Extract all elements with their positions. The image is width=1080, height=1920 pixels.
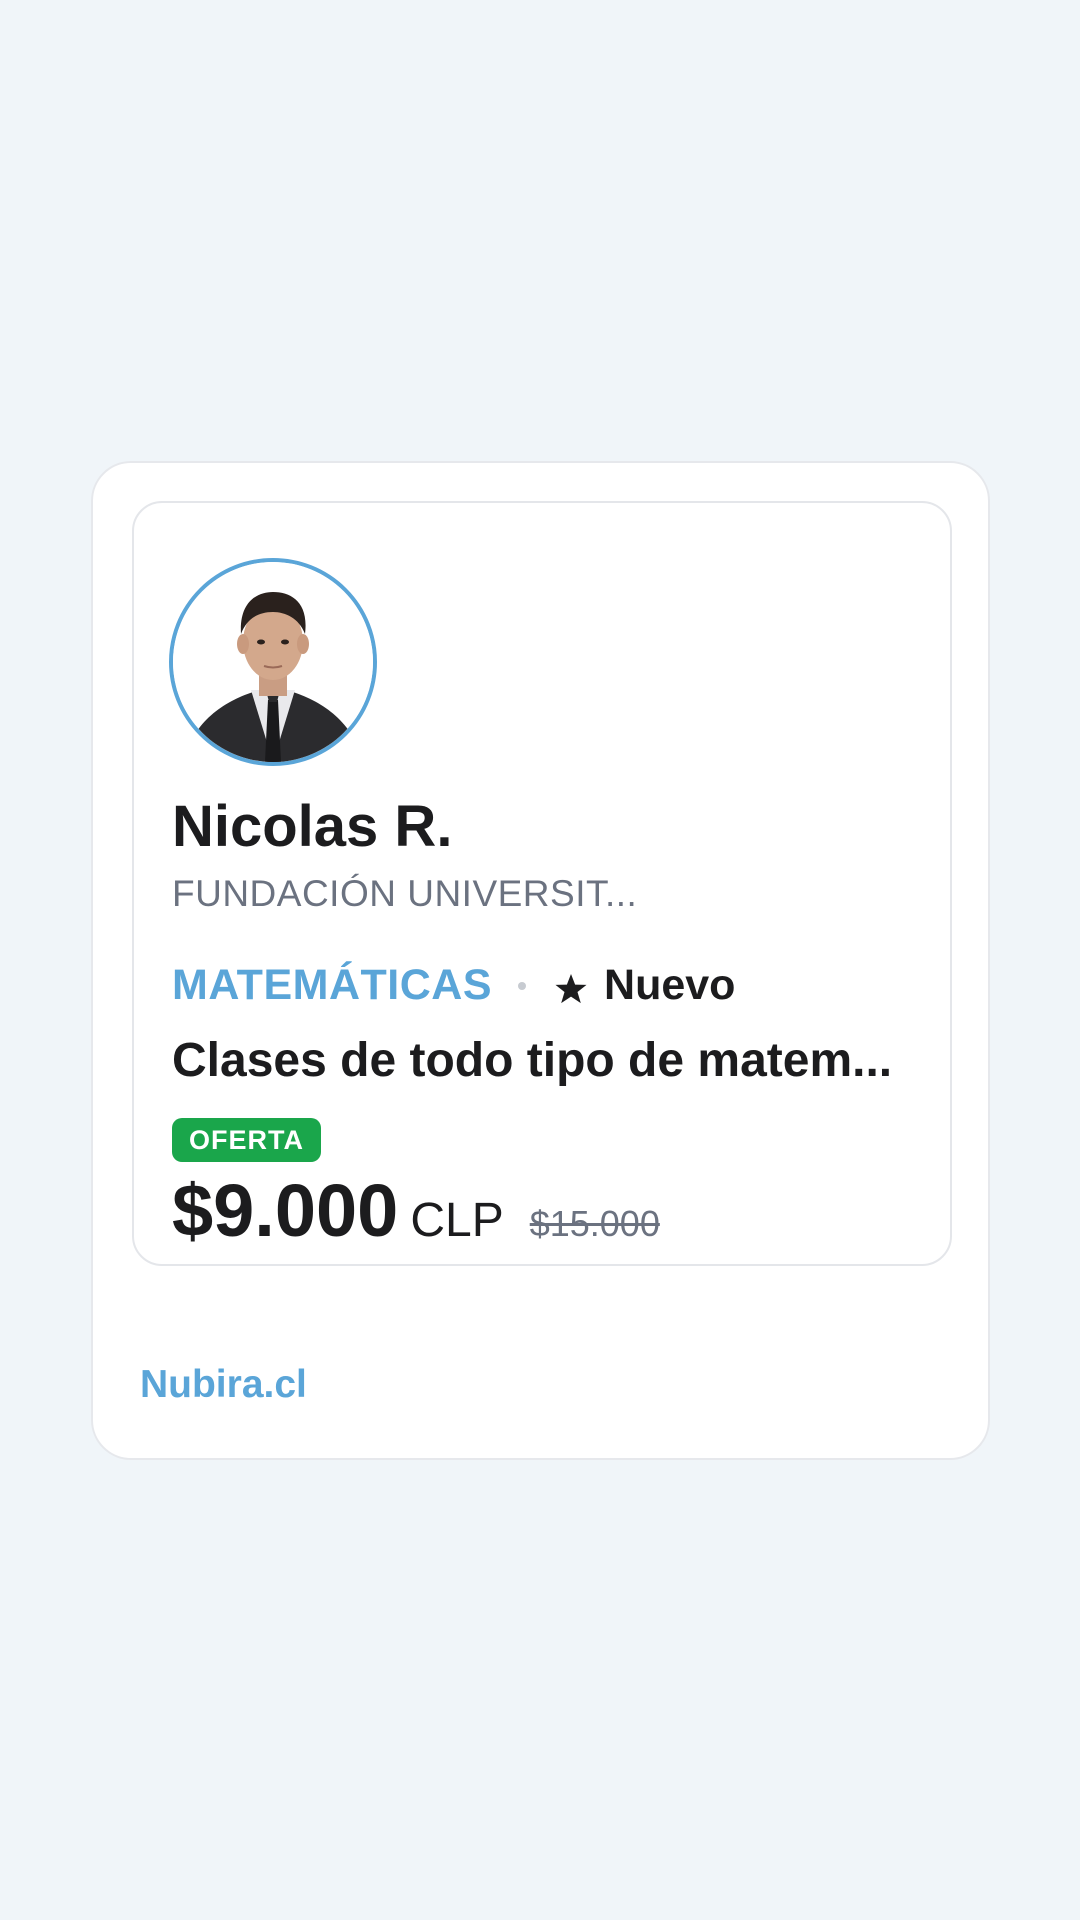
tutor-institution: FUNDACIÓN UNIVERSIT...: [172, 873, 638, 914]
subject-label: MATEMÁTICAS: [172, 961, 493, 1009]
price-row: $9.000 CLP $15.000: [172, 1168, 660, 1253]
status-badge: Nuevo: [604, 961, 736, 1009]
offer-badge: OFERTA: [172, 1118, 321, 1162]
currency: CLP: [410, 1194, 504, 1247]
star-icon: [555, 973, 587, 1003]
tutor-listing-card[interactable]: Nicolas R. FUNDACIÓN UNIVERSIT... MATEMÁ…: [132, 501, 952, 1266]
tutor-photo: [173, 562, 373, 762]
share-card: Nicolas R. FUNDACIÓN UNIVERSIT... MATEMÁ…: [91, 461, 990, 1460]
tutor-name: Nicolas R.: [172, 794, 453, 859]
avatar: [169, 558, 377, 766]
brand-link[interactable]: Nubira.cl: [140, 1363, 307, 1407]
dot-separator: [518, 981, 527, 990]
course-title: Clases de todo tipo de matem...: [172, 1034, 893, 1087]
listing-meta: MATEMÁTICAS Nuevo: [172, 961, 735, 1010]
price: $9.000: [172, 1169, 399, 1252]
original-price: $15.000: [529, 1203, 660, 1244]
